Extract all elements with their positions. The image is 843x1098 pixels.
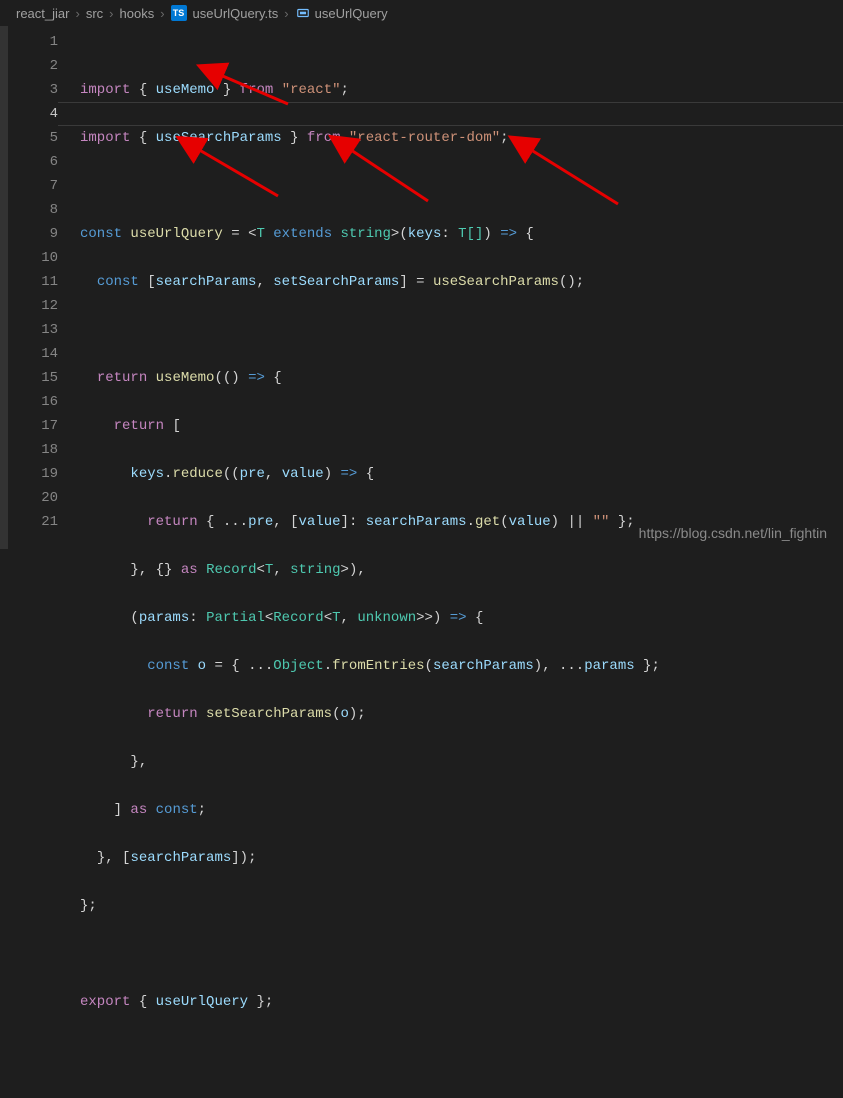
chevron-right-icon: › [284, 6, 288, 21]
line-number[interactable]: 17 [8, 414, 58, 438]
line-number[interactable]: 9 [8, 222, 58, 246]
active-line-highlight [58, 102, 843, 126]
line-number[interactable]: 11 [8, 270, 58, 294]
code-line: import { useSearchParams } from "react-r… [80, 126, 843, 150]
chevron-right-icon: › [109, 6, 113, 21]
line-number[interactable]: 13 [8, 318, 58, 342]
code-line: }, {} as Record<T, string>), [80, 558, 843, 582]
line-number[interactable]: 21 [8, 510, 58, 534]
watermark: https://blog.csdn.net/lin_fightin [639, 525, 827, 541]
code-line: }; [80, 894, 843, 918]
code-line: const [searchParams, setSearchParams] = … [80, 270, 843, 294]
line-number[interactable]: 16 [8, 390, 58, 414]
chevron-right-icon: › [160, 6, 164, 21]
code-editor[interactable]: 1 2 3 4 5 6 7 8 9 10 11 12 13 14 15 16 1… [0, 26, 843, 549]
line-number[interactable]: 12 [8, 294, 58, 318]
code-area[interactable]: import { useMemo } from "react"; import … [58, 26, 843, 549]
code-line [80, 174, 843, 198]
line-number[interactable]: 4 [8, 102, 58, 126]
line-number[interactable]: 3 [8, 78, 58, 102]
line-number[interactable]: 10 [8, 246, 58, 270]
code-line: const useUrlQuery = <T extends string>(k… [80, 222, 843, 246]
line-number[interactable]: 7 [8, 174, 58, 198]
code-line [80, 1038, 843, 1062]
line-number-gutter: 1 2 3 4 5 6 7 8 9 10 11 12 13 14 15 16 1… [8, 26, 58, 549]
line-number[interactable]: 8 [8, 198, 58, 222]
code-line: export { useUrlQuery }; [80, 990, 843, 1014]
chevron-right-icon: › [75, 6, 79, 21]
code-line: const o = { ...Object.fromEntries(search… [80, 654, 843, 678]
code-line: }, [searchParams]); [80, 846, 843, 870]
breadcrumb-item[interactable]: src [86, 6, 103, 21]
code-line: (params: Partial<Record<T, unknown>>) =>… [80, 606, 843, 630]
line-number[interactable]: 14 [8, 342, 58, 366]
line-number[interactable]: 1 [8, 30, 58, 54]
code-line: keys.reduce((pre, value) => { [80, 462, 843, 486]
breadcrumb-item[interactable]: react_jiar [16, 6, 69, 21]
code-line: return setSearchParams(o); [80, 702, 843, 726]
line-number[interactable]: 18 [8, 438, 58, 462]
code-line: return useMemo(() => { [80, 366, 843, 390]
breadcrumb: react_jiar › src › hooks › TS useUrlQuer… [0, 0, 843, 26]
line-number[interactable]: 2 [8, 54, 58, 78]
code-line: ] as const; [80, 798, 843, 822]
symbol-variable-icon [295, 5, 311, 21]
breadcrumb-file[interactable]: useUrlQuery.ts [193, 6, 279, 21]
typescript-file-icon: TS [171, 5, 187, 21]
line-number[interactable]: 19 [8, 462, 58, 486]
gutter [0, 26, 8, 549]
breadcrumb-item[interactable]: hooks [120, 6, 155, 21]
code-line [80, 942, 843, 966]
code-line: return [ [80, 414, 843, 438]
breadcrumb-symbol[interactable]: useUrlQuery [315, 6, 388, 21]
code-line: import { useMemo } from "react"; [80, 78, 843, 102]
line-number[interactable]: 5 [8, 126, 58, 150]
code-line [80, 318, 843, 342]
line-number[interactable]: 15 [8, 366, 58, 390]
line-number[interactable]: 20 [8, 486, 58, 510]
code-line: }, [80, 750, 843, 774]
line-number[interactable]: 6 [8, 150, 58, 174]
